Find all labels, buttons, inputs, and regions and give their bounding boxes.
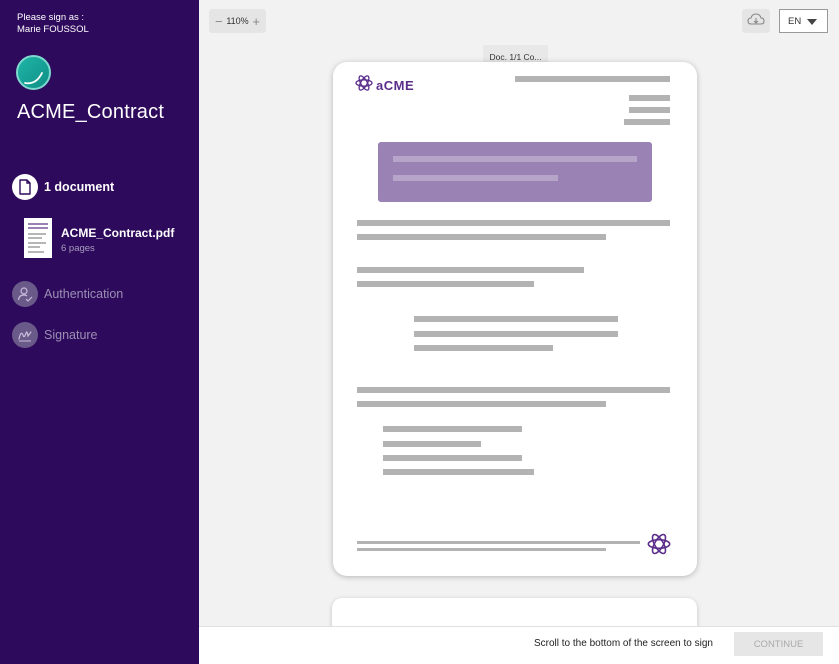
scroll-message: Scroll to the bottom of the screen to si… bbox=[534, 638, 713, 649]
document-item[interactable]: ACME_Contract.pdf 6 pages bbox=[24, 218, 174, 258]
text-line bbox=[414, 316, 618, 322]
language-select[interactable]: EN bbox=[779, 9, 828, 33]
footer-bar: Scroll to the bottom of the screen to si… bbox=[199, 626, 839, 664]
step-signature-label: Signature bbox=[44, 328, 98, 342]
continue-button[interactable]: CONTINUE bbox=[734, 632, 823, 656]
text-line bbox=[383, 455, 522, 461]
sign-as-block: Please sign as : Marie FOUSSOL bbox=[17, 12, 89, 36]
text-line bbox=[383, 426, 522, 432]
atom-logo-icon bbox=[355, 74, 373, 97]
document-icon bbox=[12, 174, 38, 200]
acme-logo: aCME bbox=[355, 74, 414, 97]
signer-name: Marie FOUSSOL bbox=[17, 24, 89, 35]
text-line bbox=[515, 76, 670, 82]
avatar bbox=[16, 55, 51, 90]
step-document[interactable]: 1 document bbox=[12, 174, 114, 200]
user-check-icon bbox=[12, 281, 38, 307]
highlight-block bbox=[378, 142, 652, 202]
download-button[interactable] bbox=[742, 9, 770, 33]
zoom-control: − 110% + bbox=[209, 9, 266, 33]
sidebar: Please sign as : Marie FOUSSOL ACME_Cont… bbox=[0, 0, 199, 664]
text-line bbox=[383, 441, 481, 447]
text-line bbox=[357, 401, 606, 407]
text-line bbox=[414, 345, 553, 351]
text-line bbox=[629, 107, 670, 113]
text-line bbox=[357, 541, 640, 544]
text-line bbox=[357, 234, 606, 240]
document-pages: 6 pages bbox=[61, 243, 95, 254]
zoom-level: 110% bbox=[226, 16, 249, 26]
step-authentication-label: Authentication bbox=[44, 287, 124, 301]
text-line bbox=[357, 220, 670, 226]
step-signature[interactable]: Signature bbox=[12, 322, 98, 348]
text-line bbox=[357, 281, 534, 287]
document-thumbnail bbox=[24, 218, 52, 258]
zoom-out-button[interactable]: − bbox=[215, 15, 223, 28]
chevron-down-icon bbox=[807, 19, 817, 25]
zoom-in-button[interactable]: + bbox=[252, 15, 260, 28]
text-line bbox=[383, 469, 534, 475]
signature-icon bbox=[12, 322, 38, 348]
text-line bbox=[357, 548, 606, 551]
text-line bbox=[624, 119, 670, 125]
step-document-label: 1 document bbox=[44, 180, 115, 194]
logo-text: aCME bbox=[376, 78, 415, 93]
step-authentication[interactable]: Authentication bbox=[12, 281, 123, 307]
document-page: aCME bbox=[333, 62, 697, 576]
sign-as-label: Please sign as : bbox=[17, 12, 85, 23]
cloud-download-icon bbox=[747, 12, 765, 31]
text-line bbox=[357, 387, 670, 393]
language-value: EN bbox=[788, 15, 802, 27]
text-line bbox=[357, 267, 584, 273]
contract-title: ACME_Contract bbox=[17, 101, 165, 123]
text-line bbox=[414, 331, 618, 337]
atom-logo-icon bbox=[647, 532, 671, 561]
text-line bbox=[629, 95, 670, 101]
document-name: ACME_Contract.pdf bbox=[61, 226, 175, 240]
